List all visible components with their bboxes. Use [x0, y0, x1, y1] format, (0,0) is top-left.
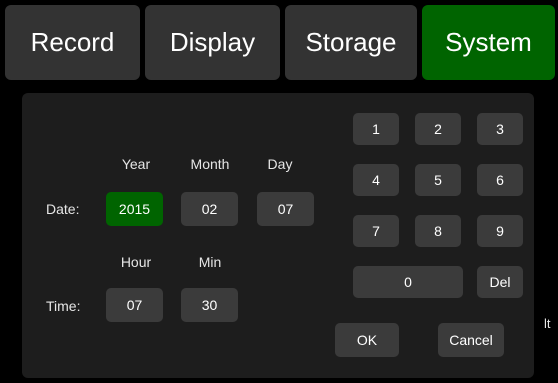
- date-label: Date:: [46, 201, 80, 217]
- keypad-3-button[interactable]: 3: [477, 113, 523, 145]
- hour-field[interactable]: 07: [106, 288, 163, 322]
- hour-header: Hour: [120, 254, 152, 270]
- ok-button[interactable]: OK: [335, 323, 399, 357]
- keypad-4-button[interactable]: 4: [353, 164, 399, 196]
- keypad-1-button[interactable]: 1: [353, 113, 399, 145]
- min-header: Min: [198, 254, 222, 270]
- edge-text-fragment: lt: [544, 316, 551, 331]
- day-header: Day: [267, 156, 293, 172]
- min-field[interactable]: 30: [181, 288, 238, 322]
- month-header: Month: [190, 156, 230, 172]
- keypad-9-button[interactable]: 9: [477, 215, 523, 247]
- time-label: Time:: [46, 298, 81, 314]
- keypad-2-button[interactable]: 2: [415, 113, 461, 145]
- tab-record[interactable]: Record: [5, 5, 140, 80]
- cancel-button[interactable]: Cancel: [438, 323, 504, 357]
- top-menu-bar: Record Display Storage System: [0, 0, 558, 90]
- datetime-dialog: Year Month Day Date: 2015 02 07 Hour Min…: [22, 93, 534, 378]
- keypad-6-button[interactable]: 6: [477, 164, 523, 196]
- keypad-8-button[interactable]: 8: [415, 215, 461, 247]
- tab-storage[interactable]: Storage: [285, 5, 417, 80]
- year-header: Year: [121, 156, 151, 172]
- delete-button[interactable]: Del: [477, 266, 523, 298]
- keypad-7-button[interactable]: 7: [353, 215, 399, 247]
- day-field[interactable]: 07: [257, 192, 314, 226]
- month-field[interactable]: 02: [181, 192, 238, 226]
- keypad-5-button[interactable]: 5: [415, 164, 461, 196]
- tab-display[interactable]: Display: [145, 5, 280, 80]
- tab-system[interactable]: System: [422, 5, 555, 80]
- year-field[interactable]: 2015: [106, 192, 163, 226]
- keypad-0-button[interactable]: 0: [353, 266, 463, 298]
